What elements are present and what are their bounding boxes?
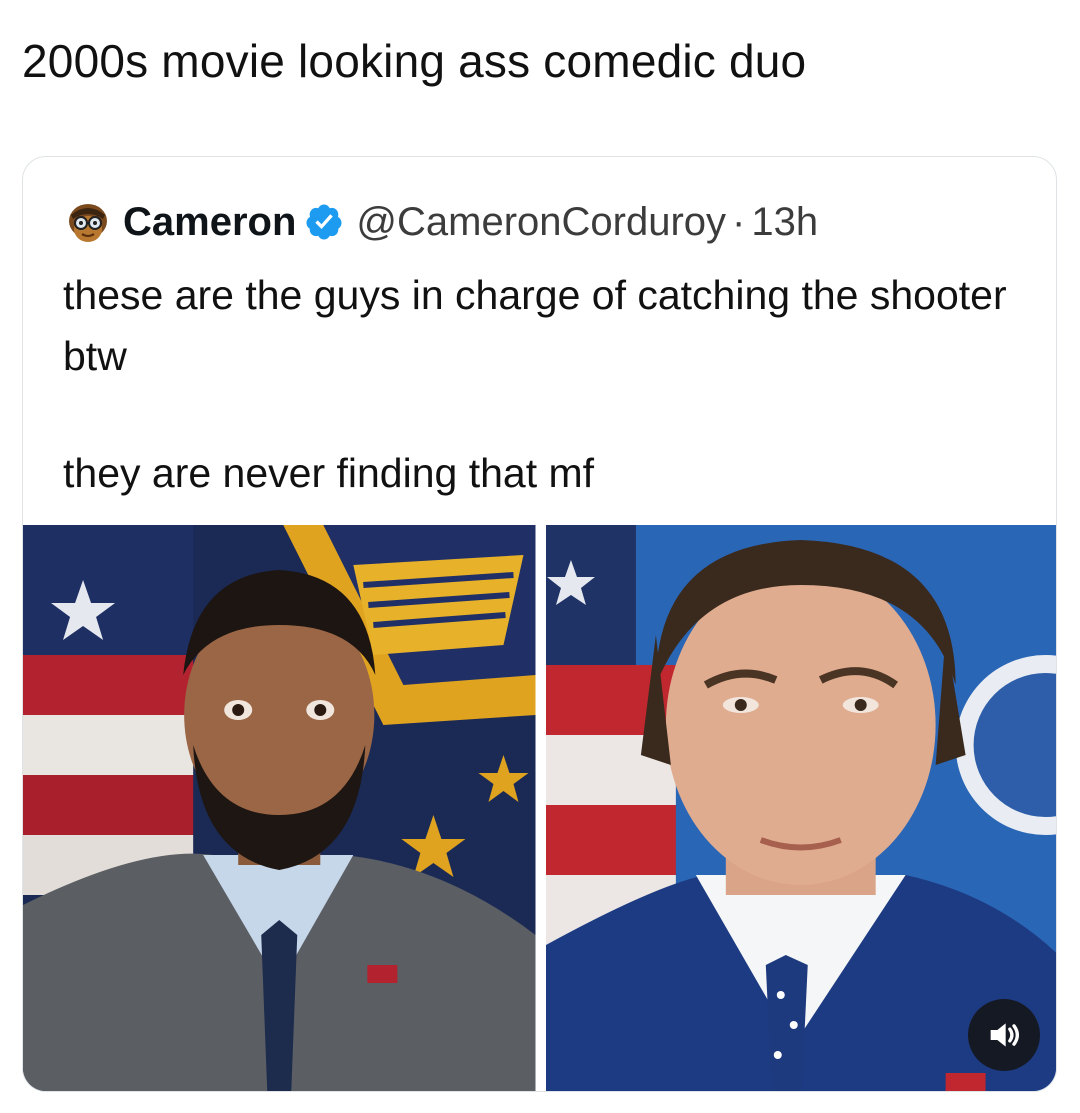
portrait-gray-suit	[23, 525, 536, 1091]
avatar[interactable]	[63, 197, 113, 247]
tweet-media[interactable]	[23, 525, 1056, 1091]
quoted-tweet-card[interactable]: Cameron @CameronCorduroy · 13h these are…	[22, 156, 1057, 1092]
tweet-text-line: these are the guys in charge of catching…	[63, 272, 1007, 379]
photo-left[interactable]	[23, 525, 536, 1091]
sound-toggle-button[interactable]	[968, 999, 1040, 1071]
photo-right[interactable]	[545, 525, 1056, 1091]
tweet-text-line: they are never finding that mf	[63, 450, 595, 496]
speaker-volume-icon	[990, 1023, 1019, 1047]
verified-badge-icon	[306, 204, 342, 240]
separator-dot: ·	[732, 199, 746, 244]
post: 2000s movie looking ass comedic duo Came…	[0, 0, 1080, 1113]
display-name[interactable]: Cameron	[123, 200, 296, 245]
tweet-body: these are the guys in charge of catching…	[63, 265, 1023, 504]
tweet-header: Cameron @CameronCorduroy · 13h	[63, 197, 818, 247]
timestamp[interactable]: 13h	[751, 200, 818, 245]
post-caption: 2000s movie looking ass comedic duo	[22, 35, 807, 87]
user-handle[interactable]: @CameronCorduroy	[356, 200, 726, 245]
